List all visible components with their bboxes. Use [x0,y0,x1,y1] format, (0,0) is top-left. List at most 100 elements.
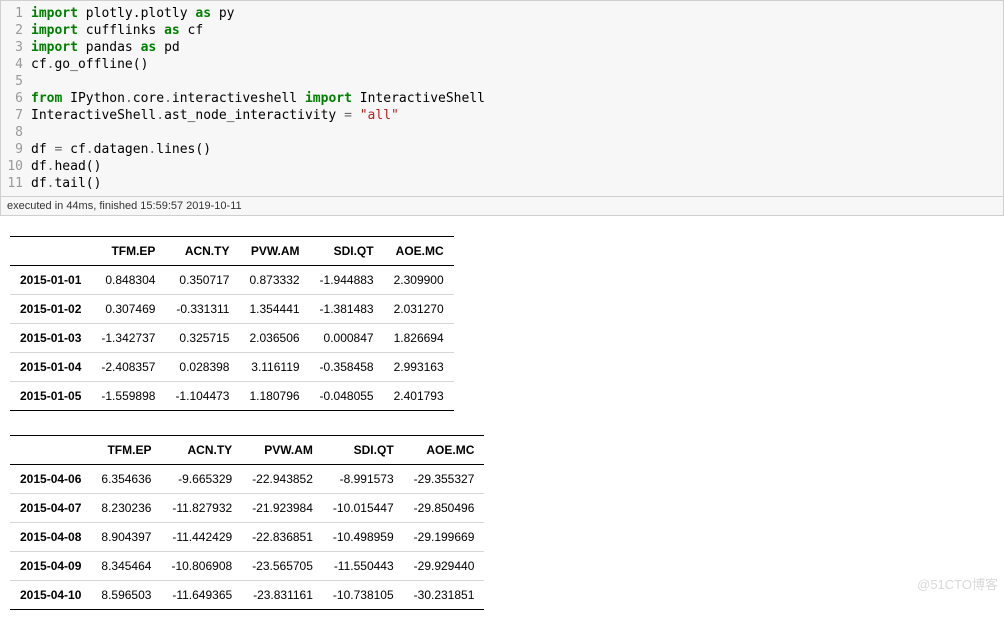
table-row: 2015-01-04-2.4083570.0283983.116119-0.35… [10,353,454,382]
cell-value: 1.180796 [239,382,309,411]
code-content[interactable]: import cufflinks as cf [31,22,1003,39]
cell-value: 8.904397 [91,523,161,552]
cell-value: -11.442429 [161,523,242,552]
code-line[interactable]: 5 [1,73,1003,90]
output-area: TFM.EPACN.TYPVW.AMSDI.QTAOE.MC2015-01-01… [0,216,1004,644]
code-line[interactable]: 9df = cf.datagen.lines() [1,141,1003,158]
code-line[interactable]: 10df.head() [1,158,1003,175]
cell-value: -1.381483 [310,295,384,324]
code-line[interactable]: 7InteractiveShell.ast_node_interactivity… [1,107,1003,124]
table-row: 2015-01-05-1.559898-1.1044731.180796-0.0… [10,382,454,411]
code-line[interactable]: 11df.tail() [1,175,1003,192]
table-row: 2015-04-108.596503-11.649365-23.831161-1… [10,581,484,610]
line-number: 6 [1,90,31,107]
cell-value: -29.355327 [404,465,485,494]
table-row: 2015-04-088.904397-11.442429-22.836851-1… [10,523,484,552]
column-header: AOE.MC [384,237,454,266]
cell-value: -0.358458 [310,353,384,382]
row-index: 2015-04-10 [10,581,91,610]
cell-value: -1.944883 [310,266,384,295]
code-content[interactable]: df = cf.datagen.lines() [31,141,1003,158]
cell-value: 0.873332 [239,266,309,295]
cell-value: -29.929440 [404,552,485,581]
column-header: TFM.EP [91,436,161,465]
code-content[interactable]: import plotly.plotly as py [31,5,1003,22]
cell-value: -23.831161 [242,581,323,610]
cell-value: -8.991573 [323,465,404,494]
code-line[interactable]: 3import pandas as pd [1,39,1003,56]
cell-value: 2.401793 [384,382,454,411]
cell-value: -29.850496 [404,494,485,523]
code-content[interactable]: cf.go_offline() [31,56,1003,73]
column-header: TFM.EP [91,237,165,266]
code-content[interactable]: from IPython.core.interactiveshell impor… [31,90,1003,107]
table-row: 2015-04-066.354636-9.665329-22.943852-8.… [10,465,484,494]
index-header [10,436,91,465]
column-header: AOE.MC [404,436,485,465]
code-content[interactable]: import pandas as pd [31,39,1003,56]
row-index: 2015-01-05 [10,382,91,411]
cell-value: -10.015447 [323,494,404,523]
code-cell[interactable]: 1import plotly.plotly as py2import cuffl… [0,0,1004,197]
cell-value: 0.848304 [91,266,165,295]
cell-value: 1.826694 [384,324,454,353]
code-line[interactable]: 8 [1,124,1003,141]
cell-value: 0.325715 [165,324,239,353]
cell-value: 0.350717 [165,266,239,295]
cell-value: -1.104473 [165,382,239,411]
code-line[interactable]: 4cf.go_offline() [1,56,1003,73]
cell-value: 0.307469 [91,295,165,324]
column-header: SDI.QT [323,436,404,465]
cell-value: 3.116119 [239,353,309,382]
code-content[interactable]: InteractiveShell.ast_node_interactivity … [31,107,1003,124]
cell-value: 2.993163 [384,353,454,382]
line-number: 5 [1,73,31,90]
table-row: 2015-04-078.230236-11.827932-21.923984-1… [10,494,484,523]
cell-value: 6.354636 [91,465,161,494]
cell-value: 8.230236 [91,494,161,523]
cell-value: 1.354441 [239,295,309,324]
line-number: 2 [1,22,31,39]
cell-value: -23.565705 [242,552,323,581]
line-number: 3 [1,39,31,56]
column-header: SDI.QT [310,237,384,266]
cell-value: -9.665329 [161,465,242,494]
cell-value: -11.550443 [323,552,404,581]
column-header: PVW.AM [239,237,309,266]
cell-value: 2.036506 [239,324,309,353]
code-line[interactable]: 2import cufflinks as cf [1,22,1003,39]
index-header [10,237,91,266]
table-row: 2015-01-010.8483040.3507170.873332-1.944… [10,266,454,295]
dataframe-tail: TFM.EPACN.TYPVW.AMSDI.QTAOE.MC2015-04-06… [10,435,484,610]
cell-value: 8.345464 [91,552,161,581]
cell-value: 0.000847 [310,324,384,353]
line-number: 11 [1,175,31,192]
line-number: 9 [1,141,31,158]
cell-value: -1.559898 [91,382,165,411]
cell-value: -1.342737 [91,324,165,353]
cell-value: 2.309900 [384,266,454,295]
code-line[interactable]: 1import plotly.plotly as py [1,5,1003,22]
cell-value: -22.836851 [242,523,323,552]
cell-value: -10.738105 [323,581,404,610]
cell-value: 0.028398 [165,353,239,382]
column-header: PVW.AM [242,436,323,465]
cell-value: -21.923984 [242,494,323,523]
table-row: 2015-01-03-1.3427370.3257152.0365060.000… [10,324,454,353]
cell-value: -10.806908 [161,552,242,581]
row-index: 2015-01-03 [10,324,91,353]
row-index: 2015-04-08 [10,523,91,552]
row-index: 2015-01-02 [10,295,91,324]
cell-value: -0.048055 [310,382,384,411]
code-content[interactable]: df.tail() [31,175,1003,192]
column-header: ACN.TY [165,237,239,266]
cell-value: -11.649365 [161,581,242,610]
line-number: 10 [1,158,31,175]
code-line[interactable]: 6from IPython.core.interactiveshell impo… [1,90,1003,107]
cell-value: 2.031270 [384,295,454,324]
execution-info: executed in 44ms, finished 15:59:57 2019… [0,197,1004,216]
table-row: 2015-01-020.307469-0.3313111.354441-1.38… [10,295,454,324]
cell-value: -11.827932 [161,494,242,523]
code-content[interactable]: df.head() [31,158,1003,175]
cell-value: -30.231851 [404,581,485,610]
